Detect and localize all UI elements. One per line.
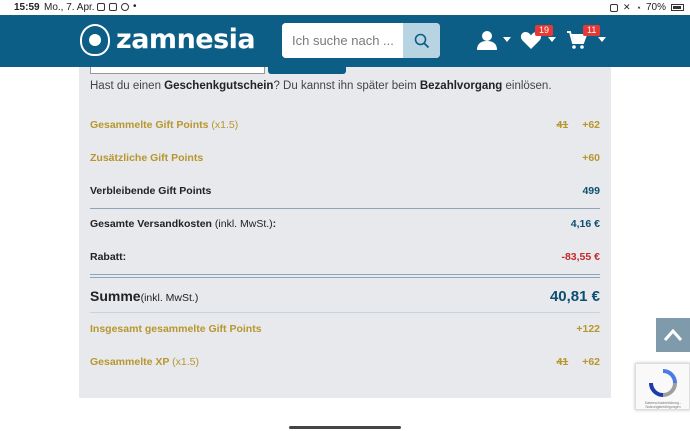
summary-row-total-points: Insgesamt gesammelte Gift Points +122: [90, 323, 600, 341]
row-old-value: 41: [556, 119, 569, 131]
chevron-up-icon: [664, 329, 682, 341]
divider: [90, 208, 600, 209]
chevron-down-icon: [548, 37, 556, 42]
row-label: Verbleibende Gift Points: [90, 185, 212, 197]
row-sublabel: (inkl. MwSt.): [214, 218, 273, 230]
recaptcha-badge[interactable]: Datenschutzerklärung - Nutzungsbedingung…: [635, 363, 690, 410]
battery-icon: [671, 4, 684, 11]
chevron-down-icon: [503, 37, 511, 42]
site-header: zamnesia 19 11: [0, 15, 690, 67]
summary-row-remaining-points: Verbleibende Gift Points 499: [90, 185, 600, 203]
more-icon: •: [133, 1, 137, 12]
search-icon: [414, 33, 429, 48]
row-value: 499: [582, 185, 600, 197]
divider: [90, 274, 600, 275]
user-icon: [477, 31, 497, 50]
row-value: +62: [582, 356, 600, 368]
cart-button[interactable]: 11: [566, 25, 606, 53]
row-value: +60: [582, 152, 600, 164]
summary-row-collected-points: Gesammelte Gift Points (x1.5) 41 +62: [90, 119, 600, 137]
voucher-apply-button[interactable]: [268, 67, 346, 74]
note-text: ? Du kannst ihn später beim: [273, 80, 420, 92]
status-bar: 15:59 Mo., 7. Apr. • ✕ ◔ 70%: [0, 0, 690, 15]
summary-row-additional-points: Zusätzliche Gift Points +60: [90, 152, 600, 170]
account-button[interactable]: [476, 29, 512, 53]
summary-row-discount: Rabatt: -83,55 €: [90, 251, 600, 269]
mute-icon: ✕: [623, 2, 631, 12]
row-sublabel: (inkl. MwSt.): [140, 292, 199, 304]
gift-voucher-note: Hast du einen Geschenkgutschein? Du kann…: [90, 80, 552, 92]
gesture-navigation-handle[interactable]: [289, 426, 401, 429]
wishlist-button[interactable]: 19: [520, 25, 558, 53]
status-time: 15:59: [14, 2, 40, 13]
wifi-icon: ◔: [635, 2, 641, 13]
screen-icon: [610, 3, 618, 12]
divider: [90, 277, 600, 278]
summary-row-total: Summe(inkl. MwSt.) 40,81 €: [90, 288, 600, 308]
row-old-value: 41: [556, 356, 569, 368]
search-button[interactable]: [403, 23, 440, 58]
summary-row-shipping: Gesamte Versandkosten (inkl. MwSt.): 4,1…: [90, 218, 600, 236]
search-input[interactable]: [282, 23, 404, 58]
chevron-down-icon: [598, 37, 606, 42]
row-label: Summe: [90, 288, 141, 304]
row-value: 40,81 €: [549, 288, 600, 305]
notification-icon: [109, 3, 117, 11]
note-text: Hast du einen: [90, 80, 165, 92]
notification-icon: [97, 3, 105, 11]
logo-badge-icon: [80, 24, 110, 56]
scroll-to-top-button[interactable]: [656, 318, 690, 352]
row-label: Insgesamt gesammelte Gift Points: [90, 323, 262, 335]
row-colon: :: [272, 218, 277, 230]
row-sublabel: (x1.5): [211, 119, 239, 131]
row-label: Rabatt:: [90, 251, 127, 263]
note-voucher: Geschenkgutschein: [164, 80, 274, 92]
row-value: +62: [582, 119, 600, 131]
row-label: Gesammelte Gift Points: [90, 119, 209, 131]
row-value: 4,16 €: [570, 218, 600, 230]
row-sublabel: (x1.5): [172, 356, 199, 368]
logo-text: zamnesia: [116, 24, 256, 55]
recaptcha-text: Datenschutzerklärung - Nutzungsbedingung…: [644, 401, 682, 409]
wishlist-count-badge: 19: [535, 25, 554, 36]
search-box: [282, 23, 440, 58]
voucher-code-input[interactable]: [90, 67, 265, 74]
status-date: Mo., 7. Apr.: [44, 2, 95, 13]
row-label: Gesammelte XP: [90, 356, 170, 368]
logo[interactable]: zamnesia: [80, 24, 260, 58]
divider: [90, 312, 600, 313]
cart-count-badge: 11: [583, 25, 601, 36]
summary-row-xp: Gesammelte XP (x1.5) 41 +62: [90, 356, 600, 374]
recaptcha-icon: [649, 369, 677, 397]
note-checkout: Bezahlvorgang: [419, 80, 503, 92]
notification-icon: [121, 3, 129, 11]
note-text: einlösen.: [502, 80, 552, 92]
row-value: -83,55 €: [561, 251, 600, 263]
battery-percent: 70%: [645, 2, 666, 13]
row-label: Zusätzliche Gift Points: [90, 152, 204, 164]
row-label: Gesamte Versandkosten: [90, 218, 212, 230]
row-value: +122: [576, 323, 600, 335]
